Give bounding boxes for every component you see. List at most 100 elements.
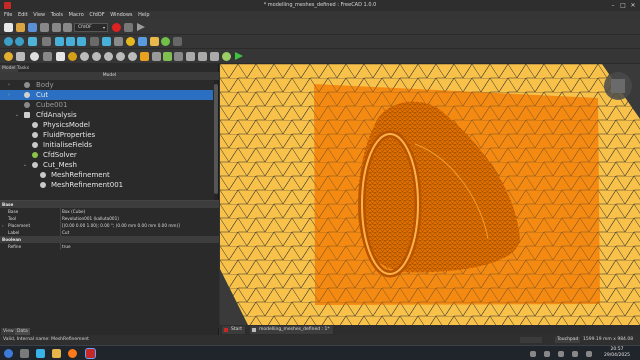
link-icon[interactable]	[138, 37, 147, 46]
navigation-style-selector[interactable]: Touchpad	[555, 337, 581, 343]
save-icon[interactable]	[28, 23, 37, 32]
mesh-region-icon[interactable]	[174, 52, 183, 61]
tab-data[interactable]: Data	[15, 328, 30, 335]
fit-selection-icon[interactable]	[15, 37, 24, 46]
settings-icon[interactable]	[20, 349, 29, 358]
analysis-icon[interactable]	[56, 52, 65, 61]
scalar-transport-icon[interactable]	[186, 52, 195, 61]
front-view-icon[interactable]	[55, 37, 64, 46]
files-icon[interactable]	[52, 349, 61, 358]
refresh-icon[interactable]	[161, 37, 170, 46]
tree-item-cube001[interactable]: Cube001	[0, 100, 213, 110]
tab-document[interactable]: modelling_meshes_defined : 1*	[250, 326, 333, 334]
measure-icon[interactable]	[90, 37, 99, 46]
tree-scrollbar[interactable]	[214, 80, 218, 200]
expand-icon[interactable]: ›	[2, 222, 4, 229]
property-value[interactable]: [(0.00 0.00 1.00); 0.00 °; (0.00 mm 0.00…	[62, 222, 180, 229]
property-value[interactable]: Box (Cube)	[62, 208, 85, 215]
menu-file[interactable]: File	[4, 11, 12, 20]
navigation-cube-face[interactable]	[611, 79, 625, 93]
recompute-icon[interactable]	[30, 52, 39, 61]
menu-view[interactable]: View	[33, 11, 45, 20]
property-row-tool[interactable]: Tool Revolution001 (kalluta001)	[0, 215, 219, 222]
property-value[interactable]: Revolution001 (kalluta001)	[62, 215, 119, 222]
maximize-button[interactable]: □	[618, 0, 628, 11]
expand-icon[interactable]: ›	[6, 90, 12, 100]
cut-icon[interactable]	[40, 23, 49, 32]
store-icon[interactable]	[36, 349, 45, 358]
property-row-base[interactable]: Base Box (Cube)	[0, 208, 219, 215]
expand-icon[interactable]: ›	[6, 80, 12, 90]
menu-windows[interactable]: Windows	[110, 11, 132, 20]
tray-battery-icon[interactable]	[558, 351, 564, 357]
menu-edit[interactable]: Edit	[18, 11, 28, 20]
cursor-icon[interactable]	[43, 52, 52, 61]
freecad-task-icon[interactable]	[85, 348, 96, 359]
part-icon[interactable]	[126, 37, 135, 46]
mesh-grid-icon[interactable]	[198, 52, 207, 61]
porous-zone-icon[interactable]	[116, 52, 125, 61]
expand-icon[interactable]: ⌄	[22, 160, 28, 170]
fluid-properties-icon[interactable]	[80, 52, 89, 61]
run-solver-icon[interactable]	[235, 52, 243, 60]
firefox-icon[interactable]	[68, 349, 77, 358]
draw-style-icon[interactable]	[42, 37, 51, 46]
undo-icon[interactable]	[4, 52, 13, 61]
tree-item-cfdanalysis[interactable]: ⌄ CfdAnalysis	[0, 110, 213, 120]
system-clock[interactable]: 20:57 29/04/2025	[597, 347, 637, 359]
tree-item-meshrefinement[interactable]: MeshRefinement	[0, 170, 213, 180]
tree-item-meshrefinement001[interactable]: MeshRefinement001	[0, 180, 213, 190]
section-view-icon[interactable]	[102, 37, 111, 46]
tab-start[interactable]: Start	[222, 326, 245, 334]
physics-model-icon[interactable]	[68, 52, 77, 61]
scripting-icon[interactable]	[173, 37, 182, 46]
tree-item-initialisefields[interactable]: InitialiseFields	[0, 140, 213, 150]
mesh-icon[interactable]	[140, 52, 149, 61]
fit-all-icon[interactable]	[4, 37, 13, 46]
view-control[interactable]	[520, 337, 542, 343]
paste-icon[interactable]	[63, 23, 72, 32]
group-folder-icon[interactable]	[150, 37, 159, 46]
tree-item-cut-mesh[interactable]: ⌄ Cut_Mesh	[0, 160, 213, 170]
record-macro-icon[interactable]	[112, 23, 121, 32]
property-row-refine[interactable]: Refine true	[0, 243, 219, 250]
property-group-boolean[interactable]: Boolean	[0, 236, 219, 243]
tree-item-fluidproperties[interactable]: FluidProperties	[0, 130, 213, 140]
tray-chevron-up-icon[interactable]	[586, 351, 592, 357]
tab-view[interactable]: View	[1, 328, 16, 335]
copy-icon[interactable]	[52, 23, 61, 32]
property-row-label[interactable]: Label Cut	[0, 229, 219, 236]
minimize-button[interactable]: –	[608, 0, 618, 11]
tray-clipboard-icon[interactable]	[572, 351, 578, 357]
expand-icon[interactable]: ⌄	[14, 110, 20, 120]
dynamic-refinement-icon[interactable]	[163, 52, 172, 61]
isometric-view-icon[interactable]	[28, 37, 37, 46]
run-macro-icon[interactable]	[137, 23, 145, 31]
initialise-fields-icon[interactable]	[92, 52, 101, 61]
tree-item-body[interactable]: › Body	[0, 80, 213, 90]
tray-network-icon[interactable]	[544, 351, 550, 357]
macro-editor-icon[interactable]	[124, 23, 133, 32]
property-group-base[interactable]: Base	[0, 201, 219, 208]
workbench-selector[interactable]: CfdOF ▾	[74, 23, 108, 32]
redo-icon[interactable]	[16, 52, 25, 61]
top-view-icon[interactable]	[66, 37, 75, 46]
property-value[interactable]: true	[62, 243, 71, 250]
tool-icon[interactable]	[114, 37, 123, 46]
tray-volume-icon[interactable]	[530, 351, 536, 357]
tree-item-cut[interactable]: › Cut	[0, 90, 213, 100]
menu-help[interactable]: Help	[138, 11, 149, 20]
initial-zone-icon[interactable]	[128, 52, 137, 61]
menu-cfdof[interactable]: CfdOF	[89, 11, 104, 20]
solver-settings-icon[interactable]	[222, 52, 231, 61]
tab-tasks[interactable]: Tasks	[15, 65, 31, 72]
tree-item-cfdsolver[interactable]: CfdSolver	[0, 150, 213, 160]
3d-viewport[interactable]	[220, 64, 640, 325]
reporting-icon[interactable]	[210, 52, 219, 61]
close-button[interactable]: ✕	[628, 0, 638, 11]
boundary-icon[interactable]	[104, 52, 113, 61]
start-menu-icon[interactable]	[4, 349, 13, 358]
right-view-icon[interactable]	[77, 37, 86, 46]
menu-tools[interactable]: Tools	[51, 11, 63, 20]
property-value[interactable]: Cut	[62, 229, 69, 236]
